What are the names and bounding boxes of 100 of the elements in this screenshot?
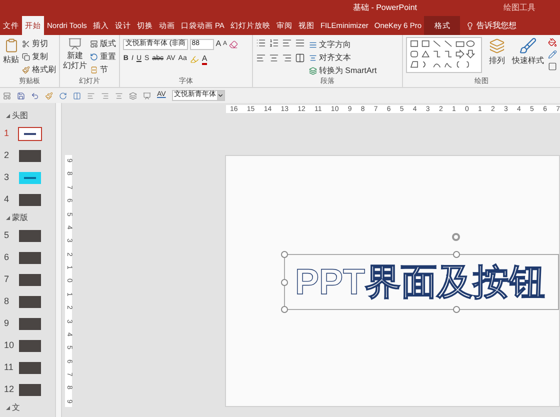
photo-placeholder: [19, 384, 41, 396]
align-right-icon[interactable]: [282, 53, 292, 63]
photo-placeholder: [19, 340, 41, 352]
slide-number: 7: [3, 273, 10, 286]
slide-item[interactable]: 3: [0, 167, 55, 189]
shape-effects-icon[interactable]: [548, 62, 557, 71]
slide-number: 10: [3, 339, 16, 352]
slide-item[interactable]: 2: [0, 145, 55, 167]
slide-title: PPT界面及按钮: [295, 264, 546, 300]
slide-number: 4: [3, 193, 10, 206]
cut-button[interactable]: 剪切: [22, 37, 56, 50]
smartart-button[interactable]: 转换为 SmartArt: [308, 64, 377, 77]
slide-number: 1: [3, 127, 10, 140]
save-icon[interactable]: [17, 92, 25, 100]
slide-number: 8: [3, 295, 10, 308]
expand-arrow-icon[interactable]: [6, 114, 10, 118]
align-text-button[interactable]: 对齐文本: [308, 51, 377, 64]
slide-number: 9: [3, 317, 10, 330]
window-title: 基础 - PowerPoint: [352, 2, 418, 14]
slide-item[interactable]: 7: [0, 269, 55, 291]
scissors-icon: [22, 40, 30, 48]
section-icon: [90, 66, 98, 74]
slide-number: 12: [3, 383, 16, 396]
paintbrush-icon: [22, 66, 30, 74]
slide-item[interactable]: 10: [0, 335, 55, 357]
format-painter-button[interactable]: 格式刷: [22, 63, 56, 76]
copy-icon: [22, 52, 30, 60]
shapes-gallery-drawing[interactable]: [406, 37, 482, 73]
undo-icon[interactable]: [31, 92, 39, 100]
slide-icon: [67, 37, 83, 51]
lightbulb-icon: [466, 22, 474, 30]
align-center-icon[interactable]: [268, 53, 279, 63]
rotate-handle-icon[interactable]: [452, 233, 460, 241]
resize-handle[interactable]: [281, 306, 288, 313]
scrollbar[interactable]: [55, 103, 62, 417]
new-slide-button[interactable]: 新建 幻灯片: [62, 37, 88, 78]
slide-item[interactable]: 5: [0, 225, 55, 247]
slide-thumbnail: [19, 128, 41, 140]
photo-placeholder: [19, 296, 41, 308]
section-button[interactable]: 节: [90, 63, 116, 76]
photo-placeholder: [19, 362, 41, 374]
section-title[interactable]: 蒙版: [12, 212, 28, 224]
columns-icon[interactable]: [294, 53, 305, 63]
slide-number: 5: [3, 229, 10, 242]
dropdown-icon[interactable]: [216, 91, 224, 100]
tell-me-field[interactable]: 告诉我您想: [476, 20, 516, 32]
layout-button[interactable]: 版式: [90, 37, 116, 50]
redo-icon[interactable]: [59, 92, 67, 100]
slideshow-icon[interactable]: [143, 92, 151, 100]
section-title[interactable]: 头图: [12, 110, 28, 122]
align-left-icon[interactable]: [256, 53, 266, 63]
quick-styles-button[interactable]: 快速样式: [512, 37, 544, 78]
slide-item[interactable]: 9: [0, 313, 55, 335]
reset-button[interactable]: 重置: [90, 50, 116, 63]
font-color-button[interactable]: A: [202, 54, 208, 65]
slide-number: 3: [3, 171, 10, 184]
photo-placeholder: [19, 318, 41, 330]
photo-placeholder: [19, 274, 41, 286]
reset-icon: [90, 52, 98, 60]
slide-item[interactable]: 11: [0, 357, 55, 379]
align-icon[interactable]: [101, 92, 109, 100]
brush-icon: [518, 37, 537, 55]
paste-button[interactable]: 粘贴: [3, 37, 19, 78]
slide-item[interactable]: 1: [0, 123, 55, 145]
arrange-button[interactable]: 排列: [486, 37, 508, 78]
slide-item[interactable]: 4: [0, 189, 55, 211]
expand-arrow-icon[interactable]: [6, 216, 10, 220]
copy-button[interactable]: 复制: [22, 50, 56, 63]
align-text-icon: [308, 54, 317, 62]
photo-placeholder: [19, 194, 41, 206]
slide-number: 2: [3, 149, 10, 162]
slide-item[interactable]: 6: [0, 247, 55, 269]
align-icon[interactable]: [115, 92, 123, 100]
resize-handle[interactable]: [453, 306, 460, 313]
photo-placeholder: [19, 252, 41, 264]
numbering-icon[interactable]: [268, 38, 279, 48]
resize-handle[interactable]: [281, 279, 288, 286]
line-spacing-icon[interactable]: [294, 38, 305, 48]
resize-handle[interactable]: [281, 251, 288, 258]
clear-format-icon[interactable]: [229, 40, 238, 48]
new-slide-icon[interactable]: [3, 92, 11, 100]
slide-thumbnail: [19, 172, 41, 184]
smartart-icon: [308, 66, 317, 74]
text-direction-button[interactable]: 文字方向: [308, 38, 377, 51]
photo-placeholder: [19, 230, 41, 242]
grow-font-button[interactable]: A: [216, 38, 222, 50]
brush-icon[interactable]: [45, 92, 53, 100]
context-label: 绘图工具: [502, 2, 536, 14]
slide-number: 6: [3, 251, 10, 264]
photo-placeholder: [19, 150, 41, 162]
section-title[interactable]: 文: [12, 402, 20, 414]
expand-arrow-icon[interactable]: [6, 406, 10, 410]
resize-handle[interactable]: [453, 251, 460, 258]
shape-fill-icon[interactable]: [548, 38, 557, 47]
shape-outline-icon[interactable]: [548, 50, 557, 59]
align-icon[interactable]: [87, 92, 95, 100]
slide-item[interactable]: 8: [0, 291, 55, 313]
clipboard-icon: [4, 37, 18, 54]
layout-icon: [90, 40, 98, 48]
slide-item[interactable]: 12: [0, 379, 55, 401]
